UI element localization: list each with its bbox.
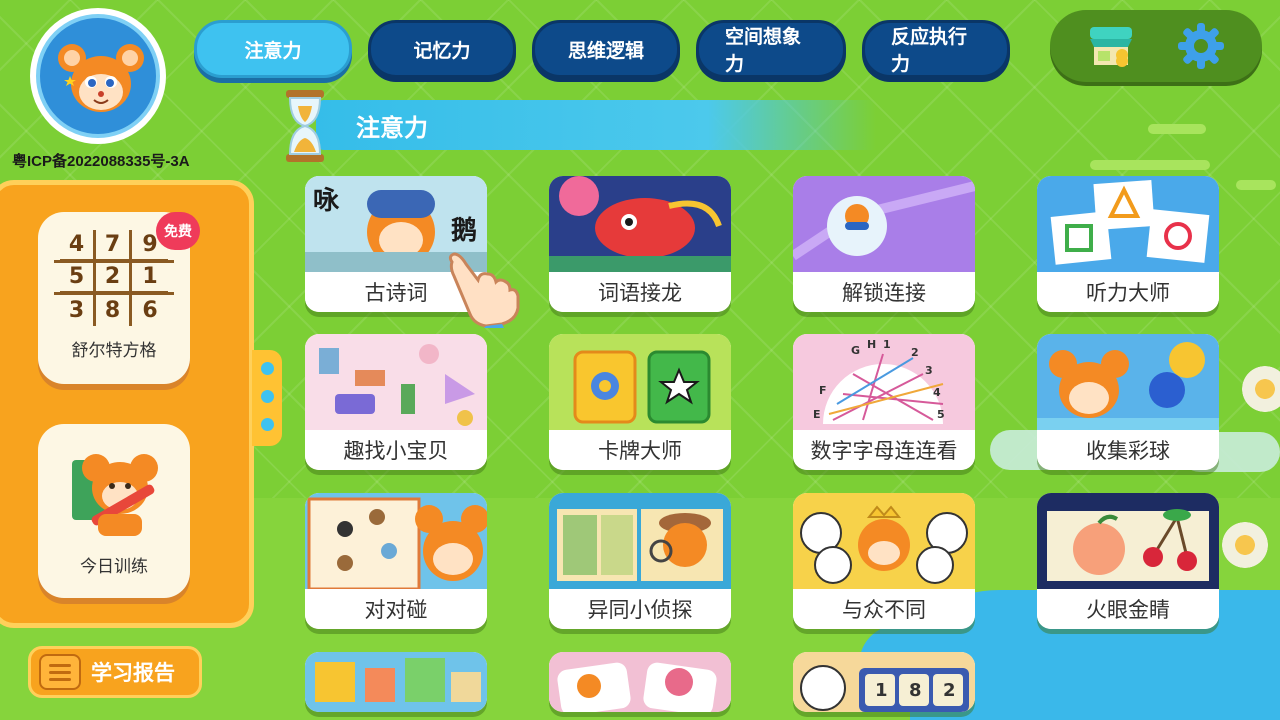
game-thumbnail <box>549 493 731 589</box>
tab-memory[interactable]: 记忆力 <box>368 20 516 78</box>
game-card-find-treasure[interactable]: 趣找小宝贝 <box>305 334 487 470</box>
free-badge: 免费 <box>156 212 200 250</box>
panel-dot <box>261 390 274 403</box>
game-card-label: 词语接龙 <box>549 272 731 312</box>
game-thumbnail: G H 1 2 3 4 5 F E <box>793 334 975 430</box>
grid-cell: 3 <box>60 294 96 326</box>
game-card-unlock-connect[interactable]: 解锁连接 <box>793 176 975 312</box>
shop-icon[interactable] <box>1084 19 1138 73</box>
connect-letter: F <box>819 384 827 397</box>
connect-letter: 1 <box>883 338 891 351</box>
game-card-card-master[interactable]: 卡牌大师 <box>549 334 731 470</box>
top-right-toolbar <box>1050 10 1262 82</box>
tab-attention[interactable]: 注意力 <box>194 20 352 78</box>
connect-letter: 2 <box>911 346 919 359</box>
game-card-label: 卡牌大师 <box>549 430 731 470</box>
number-tile: 8 <box>909 680 922 701</box>
number-tile: 1 <box>875 680 888 701</box>
game-thumbnail <box>305 334 487 430</box>
section-title: 注意力 <box>356 114 428 142</box>
grid-cell: 6 <box>142 297 158 323</box>
poem-char: 鹅 <box>451 216 478 246</box>
mouse-with-pencil-icon <box>72 454 158 536</box>
avatar[interactable] <box>30 8 166 144</box>
daily-training-label: 今日训练 <box>80 557 148 577</box>
grid-cell: 5 <box>60 262 96 294</box>
game-card-spot-difference[interactable]: 异同小侦探 <box>549 493 731 629</box>
game-card-label: 解锁连接 <box>793 272 975 312</box>
grid-cell: 8 <box>96 294 132 326</box>
game-card-collect-balls[interactable]: 收集彩球 <box>1037 334 1219 470</box>
category-tabs: 注意力 记忆力 思维逻辑 空间想象力 反应执行力 <box>194 20 1010 78</box>
game-thumbnail <box>549 652 731 712</box>
game-thumbnail <box>1037 176 1219 272</box>
flower-icon <box>1222 522 1268 568</box>
game-card-partial[interactable] <box>305 652 487 712</box>
game-card-match-pairs[interactable]: 对对碰 <box>305 493 487 629</box>
list-icon <box>39 654 81 690</box>
poem-char: 咏 <box>313 186 340 216</box>
game-card-label: 与众不同 <box>793 589 975 629</box>
connect-letter: G <box>851 344 861 357</box>
schulte-grid-preview: 4 7 9 5 2 1 3 8 6 <box>54 230 174 326</box>
connect-letter: 5 <box>937 408 945 421</box>
game-thumbnail <box>549 334 731 430</box>
game-thumbnail <box>793 493 975 589</box>
decor-stripe <box>1148 124 1206 134</box>
game-thumbnail <box>305 493 487 589</box>
connect-letter: 3 <box>925 364 933 377</box>
hourglass-icon <box>286 90 324 162</box>
game-card-partial[interactable]: 1 8 2 <box>793 652 975 712</box>
game-card-listening-master[interactable]: 听力大师 <box>1037 176 1219 312</box>
game-thumbnail <box>305 652 487 712</box>
schulte-grid-label: 舒尔特方格 <box>71 341 157 361</box>
game-card-word-chain[interactable]: 词语接龙 <box>549 176 731 312</box>
game-card-label: 数字字母连连看 <box>793 430 975 470</box>
game-card-partial[interactable] <box>549 652 731 712</box>
connect-letter: E <box>813 408 821 421</box>
pointer-hand-icon <box>448 252 520 328</box>
decor-stripe <box>1236 180 1276 190</box>
game-card-label: 收集彩球 <box>1037 430 1219 470</box>
game-thumbnail <box>793 176 975 272</box>
avatar-image <box>36 14 160 138</box>
game-card-label: 对对碰 <box>305 589 487 629</box>
tab-reaction[interactable]: 反应执行力 <box>862 20 1010 78</box>
tab-logic[interactable]: 思维逻辑 <box>532 20 680 78</box>
game-card-label: 异同小侦探 <box>549 589 731 629</box>
icp-license: 粤ICP备2022088335号-3A <box>12 153 190 170</box>
game-card-label: 听力大师 <box>1037 272 1219 312</box>
flower-icon <box>1242 366 1280 412</box>
game-card-label: 火眼金睛 <box>1037 589 1219 629</box>
game-card-number-letter-link[interactable]: G H 1 2 3 4 5 F E 数字字母连连看 <box>793 334 975 470</box>
decor-stripe <box>1090 160 1210 170</box>
tab-spatial[interactable]: 空间想象力 <box>696 20 846 78</box>
grid-cell: 1 <box>132 262 168 294</box>
game-thumbnail <box>549 176 731 272</box>
game-card-sharp-eyes[interactable]: 火眼金睛 <box>1037 493 1219 629</box>
panel-dot <box>261 418 274 431</box>
grid-cell: 4 <box>60 230 96 262</box>
grid-cell: 7 <box>96 230 132 262</box>
number-tile: 2 <box>943 680 956 701</box>
game-thumbnail <box>1037 334 1219 430</box>
connect-letter: 4 <box>933 386 941 399</box>
gear-icon[interactable] <box>1174 19 1228 73</box>
game-card-label: 趣找小宝贝 <box>305 430 487 470</box>
connect-letter: H <box>867 338 877 351</box>
grid-cell: 2 <box>96 262 132 294</box>
study-report-button[interactable]: 学习报告 <box>28 646 202 698</box>
game-thumbnail <box>1037 493 1219 589</box>
mouse-mascot-icon <box>58 44 144 112</box>
panel-dot <box>261 362 274 375</box>
game-thumbnail: 1 8 2 <box>793 652 975 712</box>
study-report-label: 学习报告 <box>91 661 175 685</box>
game-card-odd-one-out[interactable]: 与众不同 <box>793 493 975 629</box>
